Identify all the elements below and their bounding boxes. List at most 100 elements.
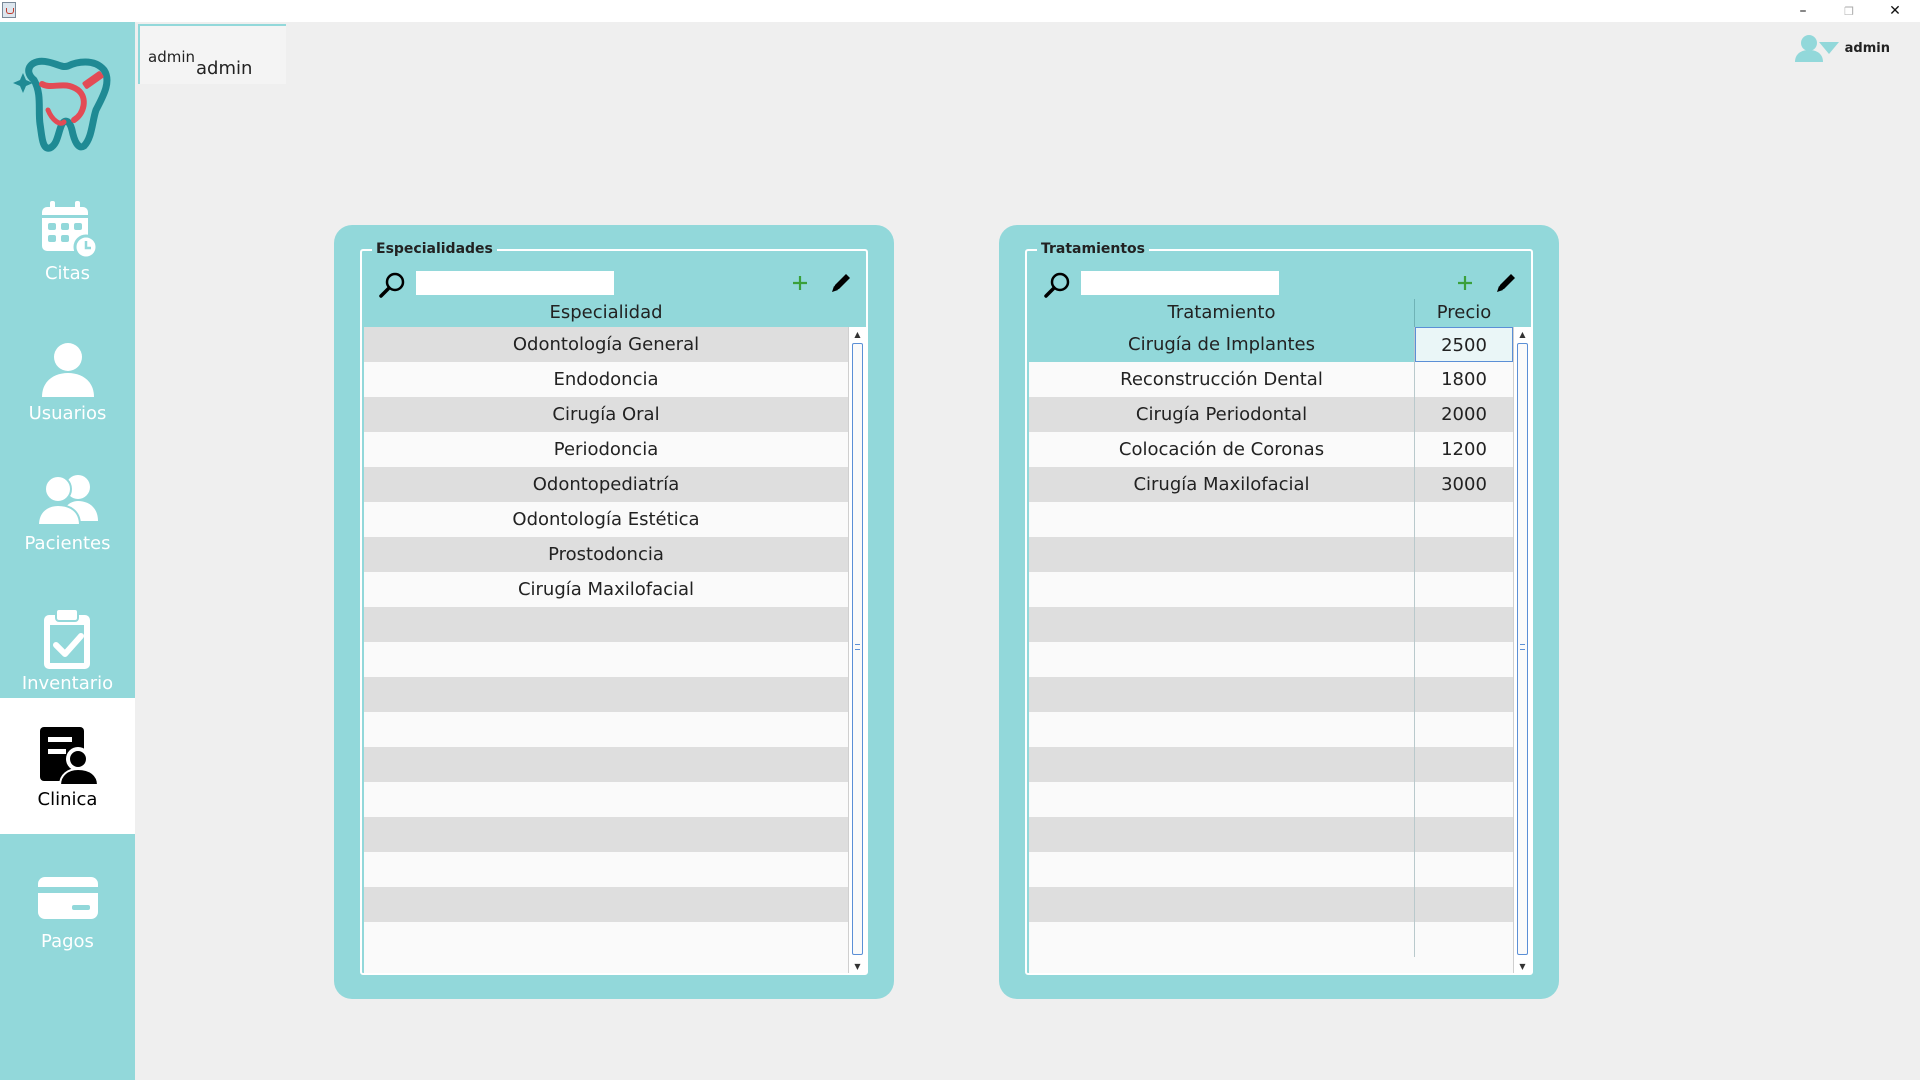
precio-cell[interactable]: 2000 — [1415, 397, 1513, 432]
especialidad-cell: Cirugía Maxilofacial — [517, 579, 695, 600]
maximize-button[interactable]: ❐ — [1826, 0, 1872, 22]
table-row[interactable]: Endodoncia — [364, 362, 866, 397]
precio-cell[interactable] — [1415, 922, 1513, 957]
precio-cell[interactable]: 2500 — [1415, 327, 1513, 362]
scroll-down-arrow-icon[interactable]: ▼ — [849, 959, 866, 973]
user-tab[interactable]: admin admin — [138, 24, 286, 84]
especialidad-cell — [364, 922, 848, 957]
add-icon[interactable] — [788, 271, 812, 295]
precio-cell[interactable] — [1415, 782, 1513, 817]
minimize-button[interactable]: – — [1780, 0, 1826, 22]
scroll-thumb[interactable] — [1517, 343, 1528, 955]
user-icon — [41, 342, 94, 397]
table-row[interactable]: Prostodoncia — [364, 537, 866, 572]
table-row[interactable] — [364, 677, 866, 712]
especialidades-search-input[interactable] — [416, 271, 614, 295]
tratamiento-cell — [1029, 782, 1414, 817]
tratamiento-cell — [1029, 537, 1414, 572]
sidebar-item-label: Usuarios — [28, 402, 107, 424]
table-row[interactable] — [1029, 712, 1531, 747]
column-header-tratamiento[interactable]: Tratamiento — [1029, 299, 1414, 327]
especialidad-cell — [364, 712, 848, 747]
table-row[interactable] — [1029, 572, 1531, 607]
table-row[interactable] — [364, 852, 866, 887]
precio-cell[interactable] — [1415, 817, 1513, 852]
table-row[interactable] — [1029, 747, 1531, 782]
edit-pencil-icon[interactable] — [828, 270, 854, 296]
precio-cell[interactable] — [1415, 537, 1513, 572]
precio-cell[interactable] — [1415, 712, 1513, 747]
sidebar-item-citas[interactable]: Citas — [0, 172, 135, 308]
scroll-down-arrow-icon[interactable]: ▼ — [1514, 959, 1531, 973]
table-row[interactable] — [1029, 817, 1531, 852]
especialidades-rows: Odontología General Endodoncia Cirugía Ora… — [364, 327, 866, 957]
sidebar-item-pagos[interactable]: Pagos — [0, 840, 135, 976]
tratamiento-cell — [1029, 642, 1414, 677]
table-row[interactable]: Odontopediatría — [364, 467, 866, 502]
table-row[interactable]: Reconstrucción Dental 1800 — [1029, 362, 1531, 397]
tratamientos-group: Tratamientos Tratamiento Precio Cirugía … — [1025, 241, 1533, 975]
sidebar-item-pacientes[interactable]: Pacientes — [0, 442, 135, 578]
precio-cell[interactable] — [1415, 642, 1513, 677]
tratamiento-cell — [1029, 852, 1414, 887]
table-row[interactable] — [364, 607, 866, 642]
search-icon[interactable] — [1043, 271, 1071, 299]
precio-cell[interactable] — [1415, 607, 1513, 642]
sidebar-item-usuarios[interactable]: Usuarios — [0, 312, 135, 448]
scroll-up-arrow-icon[interactable]: ▲ — [849, 327, 866, 341]
precio-cell[interactable] — [1415, 852, 1513, 887]
table-row[interactable]: Odontología General — [364, 327, 866, 362]
precio-cell[interactable] — [1415, 677, 1513, 712]
scroll-up-arrow-icon[interactable]: ▲ — [1514, 327, 1531, 341]
table-row[interactable]: Odontología Estética — [364, 502, 866, 537]
table-row[interactable]: Colocación de Coronas 1200 — [1029, 432, 1531, 467]
close-button[interactable]: ✕ — [1872, 0, 1918, 22]
table-row[interactable] — [364, 782, 866, 817]
table-row[interactable] — [1029, 887, 1531, 922]
tratamientos-rows: Cirugía de Implantes 2500 Reconstrucción D… — [1029, 327, 1531, 957]
table-row[interactable] — [1029, 782, 1531, 817]
especialidad-cell: Odontología General — [512, 334, 700, 355]
tratamientos-table[interactable]: Tratamiento Precio Cirugía de Implantes 2… — [1029, 299, 1531, 973]
search-icon[interactable] — [378, 271, 406, 299]
table-row[interactable]: Cirugía Maxilofacial — [364, 572, 866, 607]
precio-cell[interactable]: 3000 — [1415, 467, 1513, 502]
table-row[interactable] — [1029, 607, 1531, 642]
precio-cell[interactable] — [1415, 747, 1513, 782]
tratamiento-cell: Cirugía Maxilofacial — [1133, 474, 1310, 495]
table-row[interactable] — [1029, 642, 1531, 677]
add-icon[interactable] — [1453, 271, 1477, 295]
table-row[interactable] — [364, 817, 866, 852]
scroll-thumb[interactable] — [852, 343, 863, 955]
table-row[interactable] — [1029, 677, 1531, 712]
table-row[interactable]: Periodoncia — [364, 432, 866, 467]
precio-cell[interactable] — [1415, 502, 1513, 537]
table-row[interactable] — [1029, 852, 1531, 887]
tratamientos-search-input[interactable] — [1081, 271, 1279, 295]
user-menu[interactable]: admin — [1794, 34, 1890, 62]
table-row[interactable] — [1029, 922, 1531, 957]
table-row[interactable] — [364, 747, 866, 782]
especialidades-scrollbar[interactable]: ▲ ▼ — [848, 327, 866, 973]
card-icon — [37, 876, 98, 919]
table-row[interactable]: Cirugía de Implantes 2500 — [1029, 327, 1531, 362]
column-header-precio[interactable]: Precio — [1415, 299, 1513, 327]
especialidades-table[interactable]: Especialidad Odontología General Endodonc… — [364, 299, 866, 973]
table-row[interactable]: Cirugía Oral — [364, 397, 866, 432]
table-row[interactable]: Cirugía Periodontal 2000 — [1029, 397, 1531, 432]
table-row[interactable] — [364, 712, 866, 747]
precio-cell[interactable]: 1200 — [1415, 432, 1513, 467]
sidebar-item-clinica[interactable]: Clinica — [0, 698, 135, 834]
table-row[interactable] — [364, 642, 866, 677]
precio-cell[interactable] — [1415, 572, 1513, 607]
table-row[interactable] — [1029, 502, 1531, 537]
precio-cell[interactable] — [1415, 887, 1513, 922]
precio-cell[interactable]: 1800 — [1415, 362, 1513, 397]
column-header-especialidad[interactable]: Especialidad — [364, 299, 848, 327]
tratamientos-scrollbar[interactable]: ▲ ▼ — [1513, 327, 1531, 973]
table-row[interactable] — [1029, 537, 1531, 572]
table-row[interactable] — [364, 922, 866, 957]
table-row[interactable]: Cirugía Maxilofacial 3000 — [1029, 467, 1531, 502]
table-row[interactable] — [364, 887, 866, 922]
edit-pencil-icon[interactable] — [1493, 270, 1519, 296]
